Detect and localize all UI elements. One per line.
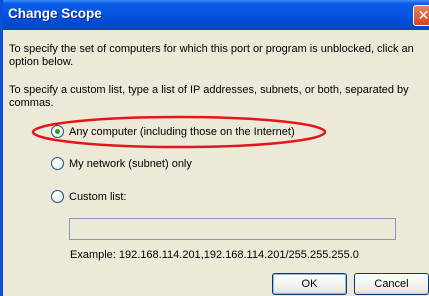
radio-unselected-icon[interactable] [51, 157, 64, 170]
radio-any-computer-label: Any computer (including those on the Int… [69, 125, 295, 138]
cancel-button[interactable]: Cancel [354, 273, 429, 295]
radio-my-network-label: My network (subnet) only [69, 157, 192, 170]
instruction-text-1: To specify the set of computers for whic… [9, 43, 414, 68]
change-scope-dialog: Change Scope ✕ To specify the set of com… [0, 0, 429, 296]
example-text: Example: 192.168.114.201,192.168.114.201… [70, 249, 359, 261]
title-bar[interactable]: Change Scope ✕ [3, 0, 429, 30]
close-icon[interactable]: ✕ [413, 5, 429, 26]
radio-selected-icon[interactable] [51, 125, 64, 138]
radio-my-network[interactable]: My network (subnet) only [51, 157, 192, 170]
radio-unselected-icon[interactable] [51, 190, 64, 203]
instruction-text-2: To specify a custom list, type a list of… [9, 84, 409, 109]
radio-any-computer[interactable]: Any computer (including those on the Int… [51, 125, 295, 138]
custom-list-input[interactable] [69, 218, 396, 240]
radio-custom-list-label: Custom list: [69, 190, 127, 203]
dialog-title: Change Scope [8, 6, 102, 21]
radio-custom-list[interactable]: Custom list: [51, 190, 126, 203]
ok-button[interactable]: OK [272, 273, 347, 295]
